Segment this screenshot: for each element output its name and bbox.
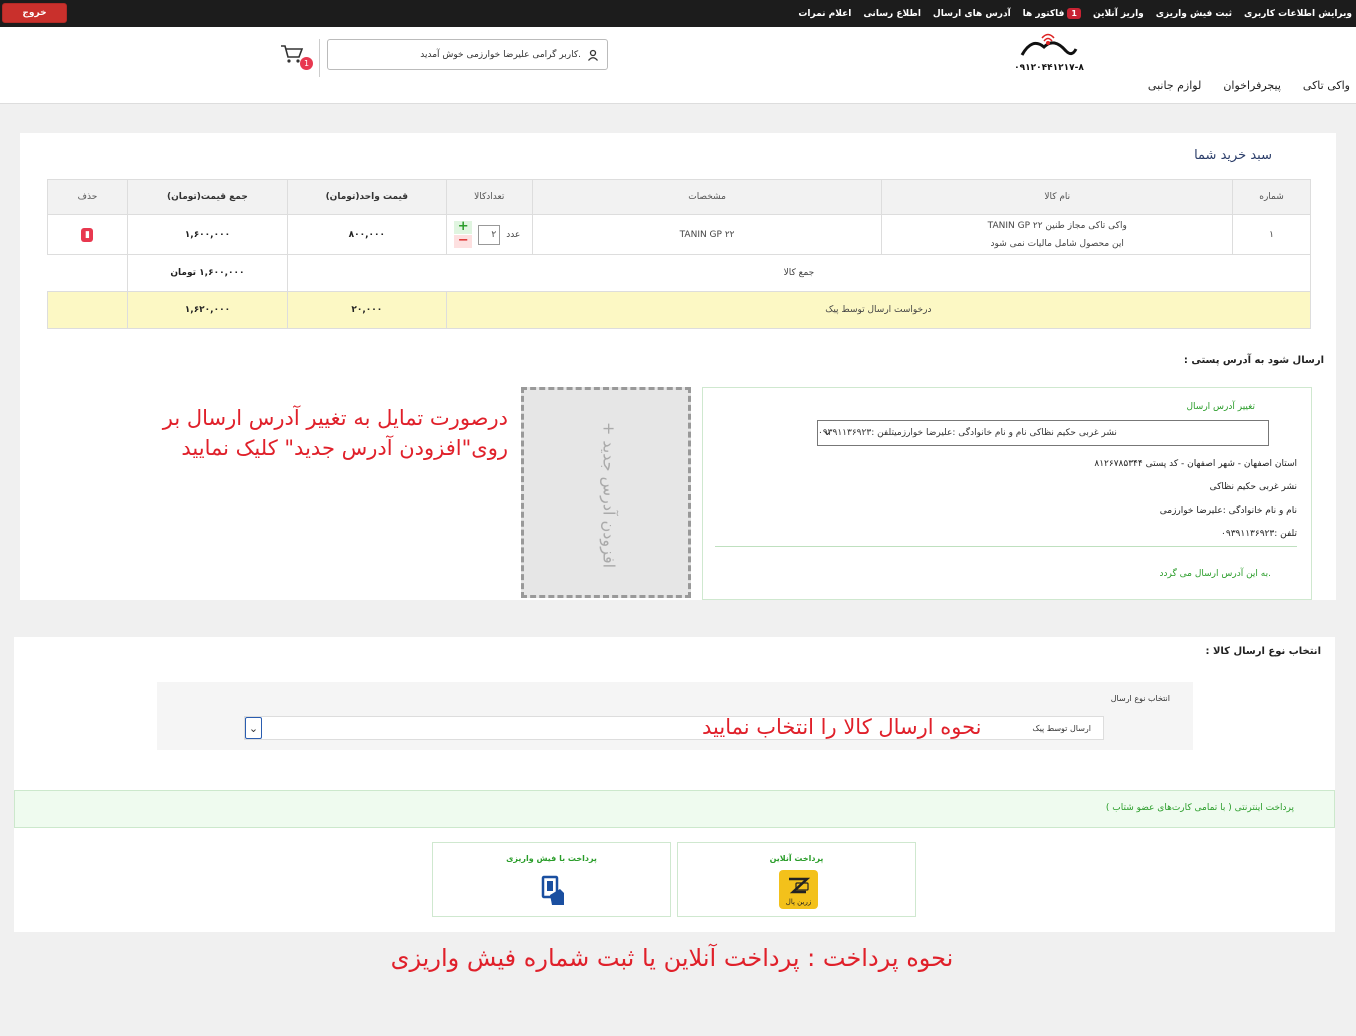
nav-announce-grades[interactable]: اعلام نمرات	[798, 9, 851, 19]
row-name-line2: این محصول شامل مالیات نمی شود	[990, 238, 1124, 249]
col-spec: مشخصات	[531, 179, 883, 215]
receipt-hand-icon	[541, 875, 564, 905]
row-delete: ▮	[47, 214, 128, 255]
nav-register-receipt[interactable]: ثبت فیش واریزی	[1156, 9, 1232, 19]
chevron-down-icon: ⌄	[822, 424, 833, 439]
table-header-row: شماره نام کالا مشخصات تعدادکالا قیمت واح…	[47, 179, 1311, 215]
online-payment-option[interactable]: پرداخت آنلاین زرین پال	[677, 842, 916, 917]
address-street: نشر غربی حکیم نظاکی	[1209, 482, 1297, 492]
user-icon	[587, 49, 599, 61]
address-name: نام و نام خانوادگی :علیرضا خوارزمی	[1159, 506, 1297, 516]
receipt-payment-option[interactable]: پرداخت با فیش واریزی	[432, 842, 671, 917]
nav-invoices[interactable]: فاکتور ها 1	[1023, 8, 1081, 19]
row-qty: عدد ۲ + −	[445, 214, 533, 255]
cart-card: سبد خرید شما شماره نام کالا مشخصات تعداد…	[20, 133, 1336, 600]
change-address-label: تغییر آدرس ارسال	[1186, 402, 1255, 412]
site-header: ۰۹۱۲۰۴۴۱۲۱۷-۸ کاربر گرامی علیرضا خوارزمی…	[0, 27, 1356, 104]
shipping-type-value: ارسال توسط پیک	[1032, 723, 1091, 733]
row-name-line1: واکی تاکی مجاز طنین TANIN GP ۲۲	[987, 220, 1127, 231]
receipt-payment-label: پرداخت با فیش واریزی	[506, 854, 597, 863]
col-number: شماره	[1232, 179, 1311, 215]
address-divider	[715, 546, 1297, 547]
nav-invoices-label: فاکتور ها	[1022, 9, 1065, 19]
row-number: ۱	[1232, 214, 1311, 255]
address-phone: تلفن :۰۹۳۹۱۱۳۶۹۲۳	[1221, 529, 1297, 539]
row-name: واکی تاکی مجاز طنین TANIN GP ۲۲ این محصو…	[881, 214, 1234, 255]
shipping-heading: انتخاب نوع ارسال کالا :	[1205, 646, 1321, 657]
shipping-price: ۲۰,۰۰۰	[286, 291, 447, 329]
header-divider	[319, 39, 320, 77]
nav-shipping-addresses[interactable]: آدرس های ارسال	[933, 9, 1011, 19]
welcome-text: کاربر گرامی علیرضا خوارزمی خوش آمدید.	[420, 49, 581, 60]
nav-online-deposit[interactable]: واریز آنلاین	[1093, 9, 1144, 19]
sum-label: جمع کالا	[286, 254, 1312, 292]
address-heading: ارسال شود به آدرس پستی :	[1183, 355, 1324, 366]
chevron-down-icon: ⌄	[245, 717, 262, 739]
add-new-address-button[interactable]: + افزودن آدرس جدید	[521, 387, 691, 598]
col-delete: حذف	[47, 179, 128, 215]
shipping-box: انتخاب نوع ارسال ارسال توسط پیک ⌄	[157, 682, 1193, 750]
address-province: استان اصفهان - شهر اصفهان - کد پستی ۸۱۲۶…	[1094, 459, 1297, 469]
row-spec: TANIN GP ۲۲	[531, 214, 883, 255]
zarinpal-text: زرین پال	[786, 898, 811, 906]
address-note: به این آدرس ارسال می گردد.	[1159, 569, 1271, 579]
nav-notifications[interactable]: اطلاع رسانی	[863, 9, 921, 19]
payment-bar: پرداخت اینترنتی ( با تمامی کارت‌های عضو …	[14, 790, 1335, 828]
top-bar: خروج ویرایش اطلاعات کاربری ثبت فیش واریز…	[0, 0, 1356, 27]
cart-title: سبد خرید شما	[1194, 148, 1272, 163]
online-payment-label: پرداخت آنلاین	[769, 854, 824, 863]
qty-unit: عدد	[506, 229, 521, 240]
shipping-total: ۱,۶۲۰,۰۰۰	[126, 291, 288, 329]
cart-count-badge: 1	[300, 57, 313, 70]
address-annotation: درصورت تمایل به تغییر آدرس ارسال بر روی"…	[162, 406, 508, 460]
payment-annotation: نحوه پرداخت : پرداخت آنلاین یا ثبت شماره…	[390, 944, 954, 972]
col-qty: تعدادکالا	[445, 179, 533, 215]
row-total: ۱,۶۰۰,۰۰۰	[126, 214, 288, 255]
zarinpal-icon: زرین پال	[779, 870, 818, 909]
logo-phone: ۰۹۱۲۰۴۴۱۲۱۷-۸	[1014, 63, 1084, 73]
mahantel-logo[interactable]: ۰۹۱۲۰۴۴۱۲۱۷-۸	[1014, 33, 1084, 73]
top-nav: ویرایش اطلاعات کاربری ثبت فیش واریزی وار…	[798, 0, 1352, 27]
category-accessories[interactable]: لوازم جانبی	[1148, 79, 1201, 92]
row-unit-price: ۸۰۰,۰۰۰	[286, 214, 447, 255]
quantity-input[interactable]: ۲	[478, 224, 501, 245]
sum-row: جمع کالا ۱,۶۰۰,۰۰۰ تومان	[47, 254, 1312, 292]
cart-table: شماره نام کالا مشخصات تعدادکالا قیمت واح…	[47, 179, 1312, 329]
col-total: جمع قیمت(تومان)	[126, 179, 288, 215]
nav-edit-profile[interactable]: ویرایش اطلاعات کاربری	[1244, 9, 1352, 19]
address-select[interactable]: نشر غربی حکیم نظاکی نام و نام خانوادگی :…	[817, 420, 1269, 446]
category-nav: واکی تاکی پیجرفراخوان لوازم جانبی	[1148, 79, 1350, 92]
invoice-badge: 1	[1067, 8, 1081, 19]
category-pager[interactable]: پیجرفراخوان	[1223, 79, 1281, 92]
shipping-payment-card: انتخاب نوع ارسال کالا : انتخاب نوع ارسال…	[14, 637, 1335, 932]
cart-button[interactable]: 1	[280, 44, 314, 74]
col-name: نام کالا	[881, 179, 1234, 215]
payment-bar-text: پرداخت اینترنتی ( با تمامی کارت‌های عضو …	[1105, 803, 1294, 813]
shipping-annotation: نحوه ارسال کالا را انتخاب نمایید	[702, 715, 982, 739]
category-walkie-talkie[interactable]: واکی تاکی	[1303, 79, 1350, 92]
col-unit-price: قیمت واحد(تومان)	[286, 179, 447, 215]
address-select-value: نشر غربی حکیم نظاکی نام و نام خانوادگی :…	[818, 428, 1117, 438]
shipping-type-label: انتخاب نوع ارسال	[1110, 694, 1170, 703]
logout-button[interactable]: خروج	[2, 3, 67, 23]
table-row: ۱ واکی تاکی مجاز طنین TANIN GP ۲۲ این مح…	[47, 214, 1311, 255]
sum-value: ۱,۶۰۰,۰۰۰ تومان	[126, 254, 288, 292]
add-new-address-label: + افزودن آدرس جدید	[599, 421, 619, 569]
shipping-label: درخواست ارسال توسط پیک	[445, 291, 1312, 329]
welcome-box: کاربر گرامی علیرضا خوارزمی خوش آمدید.	[327, 39, 608, 70]
delete-icon[interactable]: ▮	[81, 227, 94, 242]
address-box: تغییر آدرس ارسال نشر غربی حکیم نظاکی نام…	[702, 387, 1312, 600]
shipping-row: درخواست ارسال توسط پیک ۲۰,۰۰۰ ۱,۶۲۰,۰۰۰	[47, 291, 1312, 329]
decrease-qty-button[interactable]: −	[454, 234, 473, 248]
